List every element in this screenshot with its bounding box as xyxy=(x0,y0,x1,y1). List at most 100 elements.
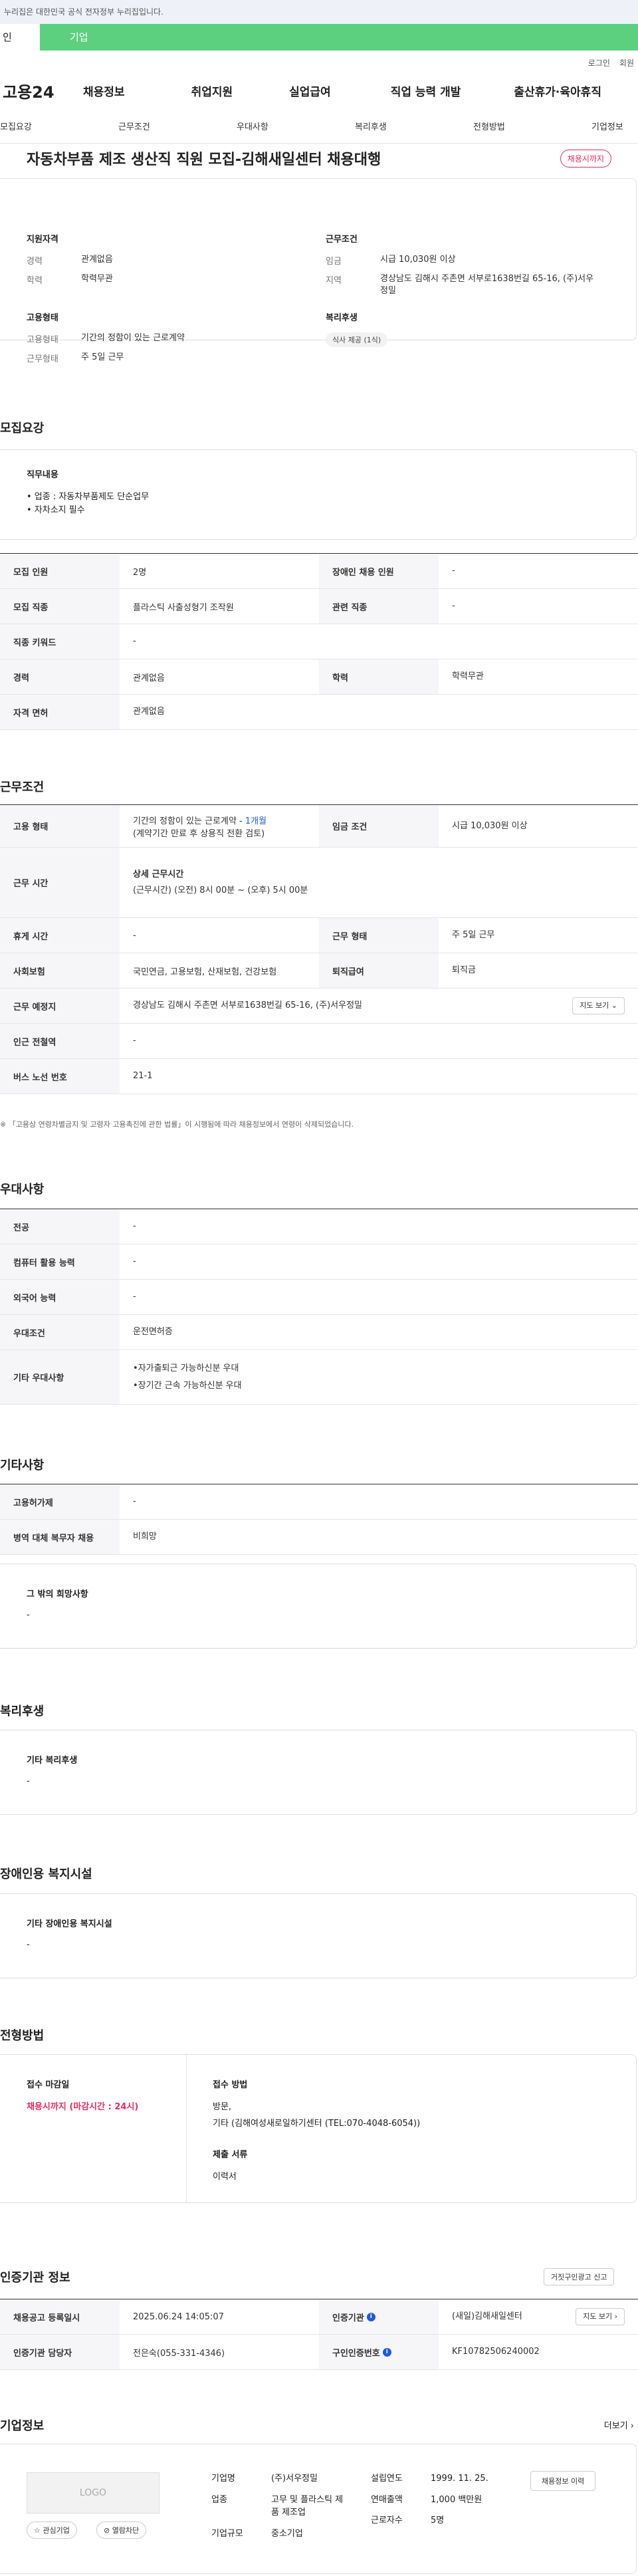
agency-map-button[interactable]: 지도 보기 › xyxy=(576,2307,625,2326)
user-type-company[interactable]: 기업 xyxy=(40,24,638,51)
table-row: 인증기관 담당자 전은숙(055-331-4346) 구인인증번호 i KF107… xyxy=(0,2335,638,2370)
recruit-table: 모집 인원 2명 장애인 채용 인원 - 모집 직종 플라스틱 사출성형기 조작… xyxy=(0,553,638,730)
tab-welfare[interactable]: 복리후생 xyxy=(355,120,387,132)
deadline-heading: 접수 마감일 xyxy=(27,2080,70,2090)
company-box: LOGO ☆ 관심기업 ⊘ 열람차단 기업명 (주)서우정밀 업종 고무 및 플라스… xyxy=(0,2444,637,2574)
row-value: 퇴직금 xyxy=(452,965,476,976)
disabled-facility-box: 기타 장애인용 복지시설 - xyxy=(0,1893,637,1978)
deadline-value: 채용시까지 (마감시간 : 24시) xyxy=(27,2102,139,2112)
info-icon[interactable]: i xyxy=(366,2312,375,2321)
summary-welfare: 복리후생 식사 제공 (1식) xyxy=(326,310,605,347)
map-view-button[interactable]: 지도 보기 ⌄ xyxy=(572,996,625,1015)
label: 업종 xyxy=(211,2494,227,2505)
hours-heading: 상세 근무시간 xyxy=(133,870,184,879)
row-value: 전은숙(055-331-4346) xyxy=(133,2348,225,2359)
value: 5명 xyxy=(431,2516,445,2525)
row-label: 학력 xyxy=(319,659,439,694)
info-icon[interactable]: i xyxy=(382,2347,391,2357)
label: 기업규모 xyxy=(211,2528,243,2539)
row-label: 우대조건 xyxy=(0,1315,120,1349)
duty-line: • 업종 : 자동차부품제도 단순업무 xyxy=(27,492,150,502)
section-title-company: 기업정보 xyxy=(0,2419,45,2433)
age-note: ※ 「고용상 연령차별금지 및 고령자 고용촉진에 관한 법률」이 시행됨에 따… xyxy=(0,1120,354,1129)
row-label: 임금 조건 xyxy=(319,805,439,847)
row-label: 인증기관 담당자 xyxy=(0,2335,120,2369)
row-value: 21-1 xyxy=(133,1071,153,1082)
nav-item-jobs[interactable]: 채용정보 xyxy=(83,82,125,99)
user-type-bar: 인 기업 xyxy=(0,24,638,51)
job-history-button[interactable]: 채용정보 이력 xyxy=(530,2471,596,2491)
summary-qualification: 지원자격 경력 관계없음 학력 학력무관 xyxy=(27,232,306,293)
row-value: 주 5일 근무 xyxy=(452,930,495,941)
favorite-company-button[interactable]: ☆ 관심기업 xyxy=(27,2521,77,2539)
row-label: 장애인 채용 인원 xyxy=(319,554,439,588)
divider xyxy=(186,2055,187,2202)
row-label: 휴게 시간 xyxy=(0,918,120,953)
table-row: 우대조건 운전면허증 xyxy=(0,1315,638,1350)
table-row: 고용허가제 - xyxy=(0,1484,638,1520)
label: 고용형태 xyxy=(27,335,58,345)
tab-selection[interactable]: 전형방법 xyxy=(473,120,505,132)
row-value: 비희망 xyxy=(133,1532,157,1542)
tab-company[interactable]: 기업정보 xyxy=(591,120,623,132)
tab-pref[interactable]: 우대사항 xyxy=(237,120,268,132)
label: 근로자수 xyxy=(371,2516,403,2525)
table-row: 휴게 시간 - 근무 형태 주 5일 근무 xyxy=(0,918,638,953)
label: 근무형태 xyxy=(27,354,58,364)
row-value: 관계없음 xyxy=(133,707,165,717)
row-label: 경력 xyxy=(0,659,120,694)
nav-item-parental-leave[interactable]: 출산휴가·육아휴직 xyxy=(514,82,601,99)
table-row: 인근 전철역 - xyxy=(0,1024,638,1059)
report-fake-ad-button[interactable]: 거짓구인광고 신고 xyxy=(544,2268,615,2285)
row-value: - xyxy=(133,1496,136,1507)
row-value: - xyxy=(133,636,136,647)
section-title-selection: 전형방법 xyxy=(0,2029,45,2043)
docs-value: 이력서 xyxy=(213,2172,237,2182)
row-value: 운전면허증 xyxy=(133,1327,173,1338)
value: 고무 및 플라스틱 제품 제조업 xyxy=(271,2494,344,2518)
row-value: - xyxy=(133,1221,136,1232)
company-more-link[interactable]: 더보기 › xyxy=(604,2418,634,2431)
tab-recruit[interactable]: 모집요강 xyxy=(0,120,32,132)
join-link[interactable]: 회원 xyxy=(619,57,634,68)
label: 경력 xyxy=(27,257,43,267)
pref-line: •자가출퇴근 가능하신분 우대 xyxy=(133,1363,239,1373)
section-title-etc: 기타사항 xyxy=(0,1459,45,1472)
row-value: 2명 xyxy=(133,567,147,578)
row-label: 모집 인원 xyxy=(0,554,120,588)
row-value: KF10782506240002 xyxy=(452,2347,540,2357)
tab-work[interactable]: 근무조건 xyxy=(118,120,150,132)
hope-box: 그 밖의 희망사항 - xyxy=(0,1564,637,1649)
status-badge: 채용시까지 xyxy=(560,149,611,168)
nav-item-unemployment-benefit[interactable]: 실업급여 xyxy=(289,82,331,99)
row-value: 관계없음 xyxy=(133,673,165,683)
disabled-facility-heading: 기타 장애인용 복지시설 xyxy=(27,1919,112,1929)
row-label: 관련 직종 xyxy=(319,589,439,624)
login-link[interactable]: 로그인 xyxy=(588,57,610,68)
method-heading: 접수 방법 xyxy=(213,2080,248,2090)
table-row: 채용공고 등록일시 2025.06.24 14:05:07 인증기관 i (새일)… xyxy=(0,2299,638,2335)
label: 기업명 xyxy=(211,2474,235,2484)
hope-heading: 그 밖의 희망사항 xyxy=(27,1589,88,1599)
nav-item-employment-support[interactable]: 취업지원 xyxy=(191,82,233,99)
row-label: 인근 전철역 xyxy=(0,1024,120,1058)
value: 경상남도 김해시 주촌면 서부로1638번길 65-16, (주)서우정밀 xyxy=(380,274,594,296)
value: 1,000 백만원 xyxy=(431,2494,482,2505)
table-row: 자격 면허 관계없음 xyxy=(0,695,638,730)
row-value: 2025.06.24 14:05:07 xyxy=(133,2311,224,2322)
table-row: 모집 인원 2명 장애인 채용 인원 - xyxy=(0,554,638,589)
welfare-value: - xyxy=(27,1776,30,1786)
row-label: 구인인증번호 i xyxy=(319,2335,439,2369)
nav-item-skill-dev[interactable]: 직업 능력 개발 xyxy=(391,82,461,99)
row-label: 외국어 능력 xyxy=(0,1280,120,1314)
section-tabs: 모집요강 근무조건 우대사항 복리후생 전형방법 기업정보 xyxy=(0,106,638,144)
block-view-button[interactable]: ⊘ 열람차단 xyxy=(96,2521,147,2539)
summary-cond-heading: 근무조건 xyxy=(326,235,358,245)
summary-emp-heading: 고용형태 xyxy=(27,313,58,323)
label: 설립연도 xyxy=(371,2474,403,2484)
site-logo[interactable]: 고용24 xyxy=(0,79,70,102)
agency-label: 인증기관 xyxy=(332,2313,364,2323)
user-type-individual[interactable]: 인 xyxy=(0,24,40,51)
row-value: - xyxy=(133,1292,136,1302)
pref-table: 전공 - 컴퓨터 활용 능력 - 외국어 능력 - 우대조건 운전면허증 기타 … xyxy=(0,1209,638,1405)
